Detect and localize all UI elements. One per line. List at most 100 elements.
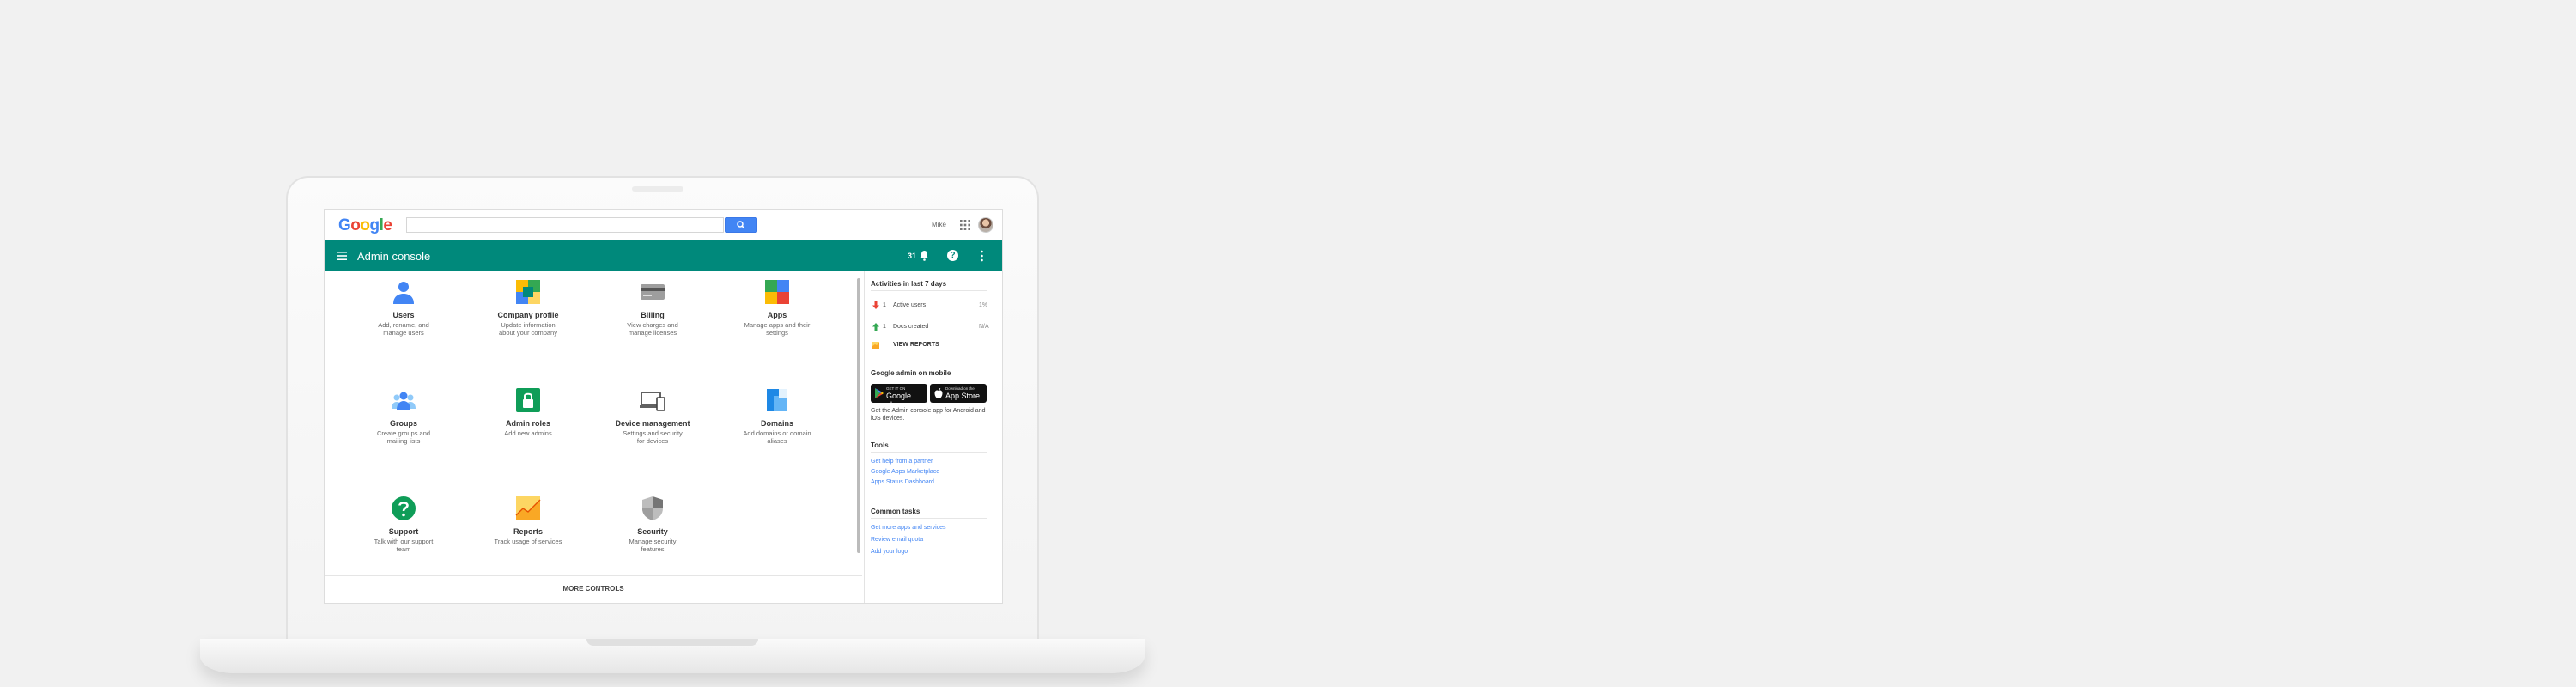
- tile-title: Billing: [641, 311, 665, 319]
- app-store-button[interactable]: Download on the App Store: [930, 384, 987, 403]
- divider: [871, 452, 987, 453]
- tile-description: Manage security features: [629, 538, 677, 553]
- logo-letter: g: [369, 216, 380, 234]
- tile-billing[interactable]: Billing View charges and manage licenses: [592, 271, 713, 374]
- screen: Google Mike Admin console 31 ? Users Add…: [325, 210, 1002, 603]
- logo-letter: G: [338, 216, 351, 234]
- tile-description: Create groups and mailing lists: [376, 429, 431, 445]
- tile-description: View charges and manage licenses: [627, 321, 678, 337]
- help-icon[interactable]: ?: [947, 250, 958, 261]
- tile-description: Add, rename, and manage users: [378, 321, 429, 337]
- logo-letter: e: [383, 216, 392, 234]
- activity-value: N/A: [979, 324, 989, 330]
- tile-admin-roles[interactable]: Admin roles Add new admins: [468, 380, 588, 483]
- laptop-camera: [632, 186, 683, 192]
- google-play-label: Google play: [886, 392, 912, 409]
- activity-label: Docs created: [893, 324, 929, 330]
- notification-count[interactable]: 31: [908, 252, 916, 260]
- view-reports-row[interactable]: VIEW REPORTS: [871, 340, 987, 350]
- search-icon: [737, 221, 745, 229]
- more-controls-button[interactable]: MORE CONTROLS: [325, 585, 862, 593]
- tile-title: Security: [637, 527, 668, 536]
- activity-value: 1%: [979, 302, 988, 308]
- tile-description: Add new admins: [504, 429, 552, 437]
- mobile-heading: Google admin on mobile: [871, 369, 951, 377]
- tile-company-profile[interactable]: Company profile Update information about…: [468, 271, 588, 374]
- tile-domains[interactable]: Domains Add domains or domain aliases: [717, 380, 837, 483]
- tile-title: Users: [392, 311, 415, 319]
- logo-letter: o: [350, 216, 361, 234]
- google-play-button[interactable]: GET IT ON Google play: [871, 384, 927, 409]
- activity-row: 1 Docs created N/A: [871, 322, 989, 332]
- divider: [871, 290, 987, 291]
- tools-heading: Tools: [871, 441, 889, 449]
- side-panel: Activities in last 7 days 1 Active users…: [871, 271, 999, 603]
- tile-title: Apps: [767, 311, 787, 319]
- groups-icon: [392, 392, 416, 410]
- tile-description: Settings and security for devices: [623, 429, 683, 445]
- tasks-heading: Common tasks: [871, 508, 920, 515]
- google-play-caption: GET IT ON: [886, 386, 906, 391]
- page-title: Admin console: [357, 250, 431, 263]
- tile-apps[interactable]: Apps Manage apps and their settings: [717, 271, 837, 374]
- google-play-icon: [875, 388, 884, 398]
- user-name[interactable]: Mike: [932, 221, 946, 228]
- tile-description: Update information about your company: [499, 321, 557, 337]
- company-profile-icon: [516, 280, 540, 304]
- admin-roles-icon: [516, 388, 540, 412]
- support-icon: [392, 496, 416, 520]
- panel-divider: [864, 271, 865, 603]
- task-link[interactable]: Get more apps and services: [871, 525, 946, 531]
- tile-title: Device management: [615, 419, 690, 428]
- hamburger-menu-icon[interactable]: [337, 252, 347, 260]
- activity-row: 1 Active users 1%: [871, 301, 987, 311]
- avatar[interactable]: [978, 217, 993, 233]
- activity-label: Active users: [893, 302, 927, 308]
- admin-header: Admin console 31 ?: [325, 240, 1002, 271]
- activities-heading: Activities in last 7 days: [871, 280, 947, 288]
- tile-title: Company profile: [497, 311, 559, 319]
- tile-description: Manage apps and their settings: [744, 321, 811, 337]
- tile-groups[interactable]: Groups Create groups and mailing lists: [343, 380, 464, 483]
- tools-link[interactable]: Get help from a partner: [871, 459, 933, 465]
- view-reports-link[interactable]: VIEW REPORTS: [893, 342, 939, 348]
- tools-link[interactable]: Google Apps Marketplace: [871, 469, 939, 475]
- tile-title: Reports: [513, 527, 543, 536]
- mobile-description: Get the Admin console app for Android an…: [871, 408, 986, 422]
- tile-description: Talk with our support team: [374, 538, 434, 553]
- tile-title: Groups: [389, 419, 417, 428]
- google-bar: Google Mike: [325, 210, 1002, 241]
- task-link[interactable]: Review email quota: [871, 537, 923, 543]
- tile-description: Track usage of services: [494, 538, 562, 545]
- tile-title: Support: [388, 527, 419, 536]
- arrow-down-icon: [872, 301, 879, 309]
- activity-count: 1: [883, 302, 886, 308]
- search-input[interactable]: [406, 217, 724, 233]
- app-store-label: App Store: [945, 392, 981, 400]
- reports-chart-icon: [872, 342, 879, 349]
- scrollbar[interactable]: [857, 278, 860, 553]
- security-icon: [642, 496, 663, 520]
- device-management-icon: [640, 392, 665, 411]
- apple-icon: [934, 388, 943, 398]
- bell-icon[interactable]: [920, 250, 929, 261]
- search-button[interactable]: [725, 217, 757, 233]
- tile-title: Domains: [760, 419, 793, 428]
- logo-letter: o: [360, 216, 370, 234]
- more-vert-icon[interactable]: [981, 250, 983, 262]
- task-link[interactable]: Add your logo: [871, 549, 908, 555]
- tools-link[interactable]: Apps Status Dashboard: [871, 479, 934, 485]
- google-logo[interactable]: Google: [338, 216, 392, 235]
- app-store-caption: Download on the: [945, 386, 975, 391]
- domains-icon: [767, 389, 787, 411]
- tile-description: Add domains or domain aliases: [743, 429, 811, 445]
- tile-title: Admin roles: [505, 419, 550, 428]
- tile-users[interactable]: Users Add, rename, and manage users: [343, 271, 464, 374]
- tile-device-management[interactable]: Device management Settings and security …: [592, 380, 713, 483]
- reports-icon: [515, 496, 541, 520]
- billing-icon: [641, 284, 665, 300]
- divider: [871, 518, 987, 519]
- users-icon: [393, 282, 414, 304]
- more-controls-bar: MORE CONTROLS: [325, 575, 862, 603]
- apps-grid-icon[interactable]: [960, 220, 970, 230]
